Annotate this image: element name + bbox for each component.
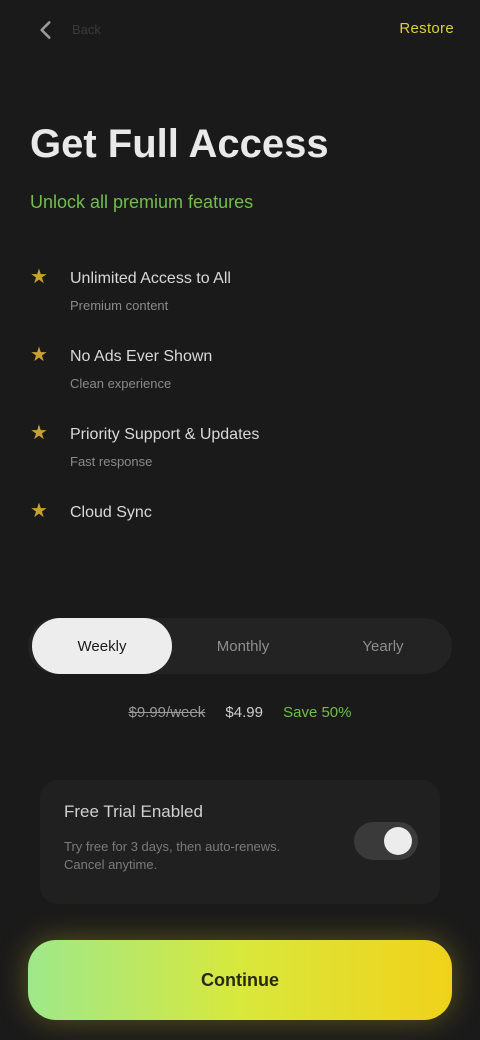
feature-list: ★ Unlimited Access to All Premium conten… bbox=[28, 262, 458, 574]
star-icon: ★ bbox=[30, 266, 48, 288]
star-icon: ★ bbox=[30, 422, 48, 444]
top-bar: Back Restore bbox=[0, 0, 480, 64]
feature-item: ★ Cloud Sync bbox=[28, 496, 458, 574]
star-icon: ★ bbox=[30, 344, 48, 366]
savings-badge: Save 50% bbox=[283, 704, 352, 721]
back-button[interactable] bbox=[26, 14, 66, 50]
continue-button[interactable]: Continue bbox=[28, 940, 452, 1020]
page-title: Get Full Access bbox=[30, 122, 329, 166]
feature-description: Premium content bbox=[70, 298, 169, 313]
feature-description: Clean experience bbox=[70, 376, 172, 391]
arrow-left-icon bbox=[33, 17, 59, 48]
feature-title: Unlimited Access to All bbox=[70, 270, 231, 287]
restore-purchases-link[interactable]: Restore bbox=[399, 20, 454, 37]
toggle-knob bbox=[384, 827, 412, 855]
feature-title: No Ads Ever Shown bbox=[70, 348, 213, 365]
plan-selector: Weekly Monthly Yearly bbox=[28, 618, 452, 674]
back-label: Back bbox=[72, 22, 101, 37]
plan-tab-weekly[interactable]: Weekly bbox=[32, 618, 172, 674]
feature-title: Priority Support & Updates bbox=[70, 426, 260, 443]
star-icon: ★ bbox=[30, 500, 48, 522]
feature-item: ★ Priority Support & Updates Fast respon… bbox=[28, 418, 458, 496]
plan-tab-yearly[interactable]: Yearly bbox=[318, 618, 448, 674]
trial-title: Free Trial Enabled bbox=[64, 802, 203, 821]
free-trial-toggle[interactable] bbox=[354, 822, 418, 860]
trial-description: Try free for 3 days, then auto-renews. C… bbox=[64, 839, 281, 872]
feature-item: ★ Unlimited Access to All Premium conten… bbox=[28, 262, 458, 340]
feature-title: Cloud Sync bbox=[70, 504, 152, 521]
current-price: $4.99 bbox=[225, 704, 263, 721]
free-trial-card: Free Trial Enabled Try free for 3 days, … bbox=[40, 780, 440, 904]
original-price: $9.99/week bbox=[128, 704, 206, 721]
feature-description: Fast response bbox=[70, 454, 153, 469]
page-subtitle: Unlock all premium features bbox=[30, 192, 254, 212]
price-summary: $9.99/week $4.99 Save 50% bbox=[0, 704, 480, 721]
plan-tab-monthly[interactable]: Monthly bbox=[178, 618, 308, 674]
feature-item: ★ No Ads Ever Shown Clean experience bbox=[28, 340, 458, 418]
